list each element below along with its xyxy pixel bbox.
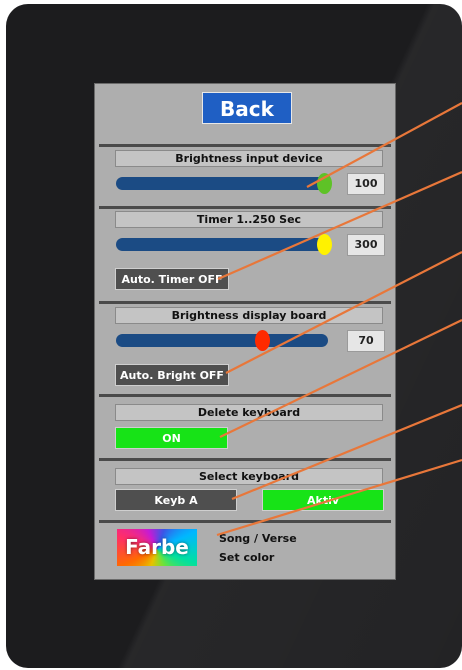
- brightness-display-label: Brightness display board: [115, 307, 383, 324]
- section-divider: [99, 520, 391, 523]
- section-divider: [99, 458, 391, 461]
- section-divider: [99, 301, 391, 304]
- brightness-input-slider[interactable]: [116, 177, 328, 190]
- auto-bright-button[interactable]: Auto. Bright OFF: [115, 364, 229, 386]
- auto-timer-button[interactable]: Auto. Timer OFF: [115, 268, 229, 290]
- song-verse-label: Song / Verse: [219, 532, 297, 545]
- brightness-input-label: Brightness input device: [115, 150, 383, 167]
- timer-slider-handle[interactable]: [316, 234, 332, 255]
- delete-keyboard-label: Delete keyboard: [115, 404, 383, 421]
- select-keyboard-label: Select keyboard: [115, 468, 383, 485]
- settings-panel: Back Brightness input device 100 Timer 1…: [94, 83, 396, 580]
- section-divider: [99, 394, 391, 397]
- farbe-color-button[interactable]: Farbe: [117, 529, 197, 566]
- brightness-input-slider-handle[interactable]: [316, 173, 332, 194]
- brightness-input-value: 100: [347, 173, 385, 195]
- set-color-label: Set color: [219, 551, 275, 564]
- timer-slider[interactable]: [116, 238, 328, 251]
- timer-label: Timer 1..250 Sec: [115, 211, 383, 228]
- keyboard-a-button[interactable]: Keyb A: [115, 489, 237, 511]
- brightness-display-value: 70: [347, 330, 385, 352]
- brightness-display-slider[interactable]: [116, 334, 328, 347]
- brightness-display-slider-handle[interactable]: [255, 330, 271, 351]
- back-button[interactable]: Back: [202, 92, 292, 124]
- timer-value: 300: [347, 234, 385, 256]
- farbe-label: Farbe: [125, 535, 189, 559]
- section-divider: [99, 206, 391, 209]
- delete-keyboard-on-button[interactable]: ON: [115, 427, 228, 449]
- section-divider: [99, 144, 391, 147]
- keyboard-aktiv-button[interactable]: Aktiv: [262, 489, 384, 511]
